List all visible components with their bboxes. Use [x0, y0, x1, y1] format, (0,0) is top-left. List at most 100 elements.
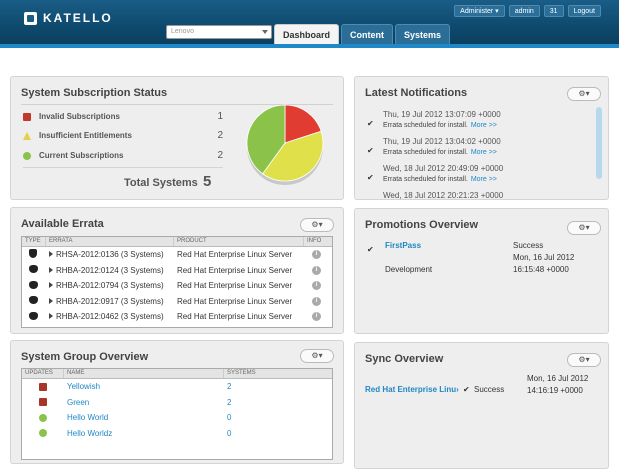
info-cell: i — [306, 265, 330, 275]
org-select[interactable]: Lenovo — [166, 25, 272, 39]
group-name-link[interactable]: Hello Worldz — [64, 429, 224, 438]
info-icon[interactable]: i — [312, 265, 321, 275]
notifications-settings-button[interactable]: ⚙▾ — [567, 87, 601, 101]
user-button[interactable]: admin — [508, 5, 540, 17]
sync-product-link[interactable]: Red Hat Enterprise Linu› — [365, 385, 461, 394]
notification-item: ✔ Wed, 18 Jul 2012 20:49:09 +0000 Errata s… — [367, 164, 589, 190]
check-icon: ✔ — [367, 173, 374, 182]
info-icon[interactable]: i — [312, 312, 321, 322]
promotion-status: Success — [513, 241, 544, 250]
table-row[interactable]: RHBA-2012:0462 (3 Systems) Red Hat Enterp… — [22, 309, 332, 325]
table-row[interactable]: Hello Worldz 0 — [22, 426, 332, 442]
sync-overview-panel: Sync Overview ⚙▾ Mon, 16 Jul 2012 Red Ha… — [354, 342, 609, 469]
logout-button[interactable]: Logout — [567, 5, 601, 17]
warning-icon — [23, 132, 31, 140]
tab-dashboard[interactable]: Dashboard — [274, 24, 340, 44]
table-header: UPDATES NAME SYSTEMS — [22, 369, 332, 379]
more-link[interactable]: More >> — [471, 176, 497, 183]
systems-count-link[interactable]: 0 — [224, 429, 332, 438]
group-name-link[interactable]: Green — [64, 398, 224, 407]
table-row[interactable]: Green 2 — [22, 395, 332, 411]
success-check-icon: ✔ — [367, 245, 374, 254]
subscription-pie-chart[interactable] — [237, 99, 333, 189]
product-cell: Red Hat Enterprise Linux Server — [177, 265, 293, 275]
administer-button[interactable]: Administer ▾ — [454, 5, 505, 17]
promotions-settings-button[interactable]: ⚙▾ — [567, 221, 601, 235]
table-row[interactable]: Yellowish 2 — [22, 379, 332, 395]
column-header[interactable]: TYPE — [22, 237, 46, 246]
updates-cell — [22, 413, 64, 422]
more-link[interactable]: More >> — [471, 122, 497, 129]
up-to-date-icon — [39, 429, 47, 438]
subscription-status-panel: System Subscription Status Invalid Subsc… — [10, 76, 344, 200]
tab-content[interactable]: Content — [341, 24, 394, 44]
shield-icon — [29, 249, 37, 259]
column-header[interactable]: INFO — [304, 237, 332, 246]
systems-count-link[interactable]: 0 — [224, 413, 332, 422]
latest-notifications-panel: Latest Notifications ⚙▾ ✔ Thu, 19 Jul 201… — [354, 76, 609, 201]
notifications-count-button[interactable]: 31 — [543, 5, 564, 17]
errata-settings-button[interactable]: ⚙▾ — [300, 218, 334, 232]
errata-cell[interactable]: RHSA-2012:0136 (3 Systems) — [46, 250, 174, 259]
panel-title: System Group Overview — [21, 351, 149, 363]
group-name-link[interactable]: Yellowish — [64, 382, 224, 391]
column-header[interactable]: PRODUCT — [174, 237, 304, 246]
table-row[interactable]: Hello World 0 — [22, 410, 332, 426]
table-row[interactable]: RHBA-2012:0794 (3 Systems) Red Hat Enterp… — [22, 278, 332, 294]
expand-arrow-icon[interactable] — [49, 251, 53, 258]
table-row[interactable]: RHSA-2012:0136 (3 Systems) Red Hat Enterp… — [22, 247, 332, 263]
row-count: 1 — [217, 111, 223, 122]
promotion-name-link[interactable]: FirstPass — [385, 241, 421, 250]
info-icon[interactable]: i — [312, 281, 321, 291]
notifications-scrollbar[interactable] — [596, 107, 602, 179]
errata-cell[interactable]: RHBA-2012:0794 (3 Systems) — [46, 281, 174, 290]
panel-title: Sync Overview — [365, 353, 444, 365]
tab-systems[interactable]: Systems — [395, 24, 451, 44]
product-cell: Red Hat Enterprise Linux Server — [177, 250, 293, 260]
more-link[interactable]: More >> — [471, 149, 497, 156]
errata-cell[interactable]: RHBA-2012:0462 (3 Systems) — [46, 312, 174, 321]
errata-cell[interactable]: RHBA-2012:0917 (3 Systems) — [46, 297, 174, 306]
column-header[interactable]: NAME — [64, 369, 224, 378]
row-count: 2 — [217, 150, 223, 161]
panel-title: Promotions Overview — [365, 219, 479, 231]
app-logo[interactable]: KATELLO — [24, 10, 113, 26]
system-group-table: UPDATES NAME SYSTEMS Yellowish 2 Green 2 Hel… — [21, 368, 333, 460]
panel-title: Latest Notifications — [365, 87, 468, 99]
info-icon[interactable]: i — [312, 250, 321, 260]
current-subscriptions-row[interactable]: Current Subscriptions 2 — [23, 150, 223, 164]
expand-arrow-icon[interactable] — [49, 313, 53, 320]
table-row[interactable]: RHBA-2012:0124 (3 Systems) Red Hat Enterp… — [22, 263, 332, 279]
bug-icon — [29, 311, 38, 320]
table-row[interactable]: RHBA-2012:0917 (3 Systems) Red Hat Enterp… — [22, 294, 332, 310]
notification-text: Errata scheduled for install. More >> — [383, 122, 497, 129]
invalid-subscriptions-row[interactable]: Invalid Subscriptions 1 — [23, 111, 223, 125]
success-check-icon: ✔ — [463, 385, 470, 394]
sync-settings-button[interactable]: ⚙▾ — [567, 353, 601, 367]
notification-item: ✔ Thu, 19 Jul 2012 13:07:09 +0000 Errata s… — [367, 110, 589, 136]
column-header[interactable]: UPDATES — [22, 369, 64, 378]
groups-settings-button[interactable]: ⚙▾ — [300, 349, 334, 363]
errata-cell[interactable]: RHBA-2012:0124 (3 Systems) — [46, 266, 174, 275]
notification-message: Errata scheduled for install. — [383, 149, 468, 156]
column-header[interactable]: ERRATA — [46, 237, 174, 246]
insufficient-entitlements-row[interactable]: Insufficient Entitlements 2 — [23, 130, 223, 144]
info-cell: i — [306, 250, 330, 260]
expand-arrow-icon[interactable] — [49, 282, 53, 289]
expand-arrow-icon[interactable] — [49, 297, 53, 304]
promotion-environment: Development — [385, 265, 433, 274]
systems-count-link[interactable]: 2 — [224, 398, 332, 407]
info-icon[interactable]: i — [312, 296, 321, 306]
info-cell: i — [306, 296, 330, 306]
systems-count-link[interactable]: 2 — [224, 382, 332, 391]
type-cell — [22, 280, 46, 291]
row-label: Current Subscriptions — [39, 151, 124, 160]
row-label: Invalid Subscriptions — [39, 112, 120, 121]
expand-arrow-icon[interactable] — [49, 266, 53, 273]
column-header[interactable]: SYSTEMS — [224, 369, 332, 378]
row-count: 2 — [217, 130, 223, 141]
errata-table: TYPE ERRATA PRODUCT INFO RHSA-2012:0136 … — [21, 236, 333, 328]
errata-id: RHBA-2012:0917 (3 Systems) — [56, 296, 164, 306]
notification-date: Thu, 19 Jul 2012 13:07:09 +0000 — [383, 110, 501, 119]
group-name-link[interactable]: Hello World — [64, 413, 224, 422]
